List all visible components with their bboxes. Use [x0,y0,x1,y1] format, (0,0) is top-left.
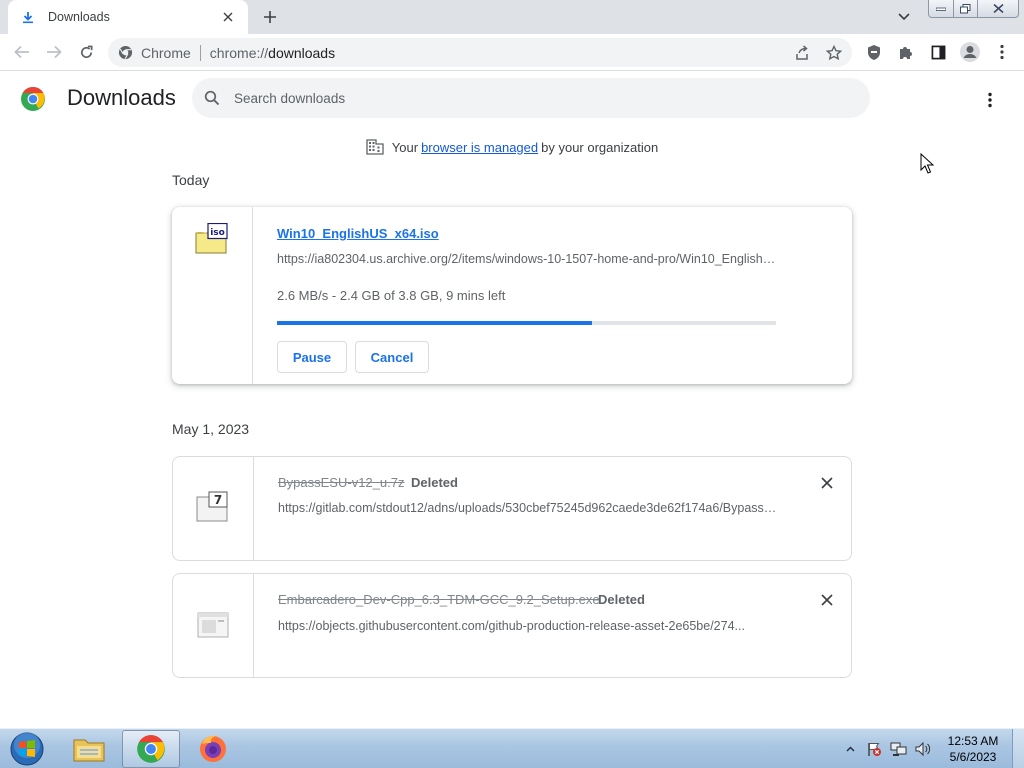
profile-avatar-icon[interactable] [956,38,984,66]
tab-strip: Downloads [0,0,1024,34]
file-explorer-icon[interactable] [60,730,118,768]
reload-button[interactable] [72,38,100,66]
managed-prefix: Your [391,139,419,155]
download-source-url[interactable]: https://gitlab.com/stdout12/adns/uploads… [278,501,778,515]
action-center-flag-icon[interactable] [864,729,884,768]
chrome-icon[interactable] [122,730,180,768]
url-text[interactable]: chrome://downloads [210,45,335,61]
bookmark-star-icon[interactable] [820,39,848,66]
close-window-button[interactable] [977,0,1019,18]
download-file-link[interactable]: Win10_EnglishUS_x64.iso [277,226,439,241]
show-desktop-button[interactable] [1012,729,1024,768]
page-title: Downloads [67,85,176,110]
omnibox-separator [199,44,201,61]
remove-from-list-icon[interactable] [817,473,837,493]
downloads-header: Downloads [0,71,1024,127]
file-icon-column: iso [172,207,253,384]
deleted-file-name: Embarcadero_Dev-Cpp_6.3_TDM-GCC_9.2_Setu… [278,592,600,607]
forward-button[interactable] [40,38,68,66]
browser-managed-link[interactable]: browser is managed [421,140,538,155]
chrome-logo-icon [20,86,46,112]
chrome-menu-icon[interactable] [988,38,1016,66]
tab-title: Downloads [48,10,110,24]
search-downloads-bar[interactable] [192,78,870,118]
tab-downloads[interactable]: Downloads [8,0,248,34]
tab-close-icon[interactable] [220,9,236,25]
start-orb-button[interactable] [6,730,48,768]
new-tab-button[interactable] [258,6,282,28]
building-icon [366,139,384,155]
download-item: 7 BypassESU-v12_u.7z Deleted https://git… [172,456,852,561]
exe-file-icon [195,610,231,642]
ublock-shield-icon[interactable] [860,38,888,66]
progress-fill [277,321,593,325]
download-item: iso Win10_EnglishUS_x64.iso https://ia80… [172,207,852,384]
iso-file-icon: iso [194,222,230,255]
managed-suffix: by your organization [541,139,659,155]
file-icon-column [173,574,254,677]
download-item: Embarcadero_Dev-Cpp_6.3_TDM-GCC_9.2_Setu… [172,573,852,678]
managed-notice: Your browser is managed by your organiza… [0,139,1024,155]
volume-icon[interactable] [912,729,934,768]
show-hidden-icons-chevron[interactable] [842,729,858,768]
minimize-button[interactable] [928,0,954,18]
file-icon-column: 7 [173,457,254,560]
mouse-pointer-icon [920,152,935,177]
site-chip-label: Chrome [141,44,191,61]
browser-toolbar: Chrome chrome://downloads [0,34,1024,71]
section-date-today: Today [172,172,210,188]
remove-from-list-icon[interactable] [817,590,837,610]
tab-search-chevron-icon[interactable] [894,8,914,26]
cancel-button[interactable]: Cancel [355,341,429,373]
system-clock[interactable]: 12:53 AM 5/6/2023 [938,733,1008,765]
search-icon [204,90,220,106]
svg-text:7: 7 [214,493,222,507]
section-date-may1: May 1, 2023 [172,421,250,437]
deleted-label: Deleted [598,592,645,607]
side-panel-icon[interactable] [924,38,952,66]
svg-text:iso: iso [210,228,225,238]
windows-taskbar: 12:53 AM 5/6/2023 [0,728,1024,768]
clock-time: 12:53 AM [947,734,999,748]
download-progress-bar [277,321,776,325]
back-button[interactable] [8,38,36,66]
firefox-icon[interactable] [184,730,242,768]
download-source-url[interactable]: https://ia802304.us.archive.org/2/items/… [277,252,777,266]
deleted-label: Deleted [411,475,458,490]
network-icon[interactable] [888,729,910,768]
7z-file-icon: 7 [195,491,231,523]
address-bar[interactable]: Chrome chrome://downloads [108,38,852,67]
deleted-file-name: BypassESU-v12_u.7z [278,475,405,490]
share-icon[interactable] [788,39,816,66]
extensions-puzzle-icon[interactable] [892,38,920,66]
pause-button[interactable]: Pause [277,341,347,373]
search-input[interactable] [234,90,834,106]
download-status: 2.6 MB/s - 2.4 GB of 3.8 GB, 9 mins left [277,288,506,303]
clock-date: 5/6/2023 [949,750,997,764]
download-source-url[interactable]: https://objects.githubusercontent.com/gi… [278,619,778,633]
download-icon [20,9,36,25]
more-actions-icon[interactable] [978,88,1002,112]
chrome-site-icon[interactable] [118,45,133,60]
restore-button[interactable] [953,0,978,18]
